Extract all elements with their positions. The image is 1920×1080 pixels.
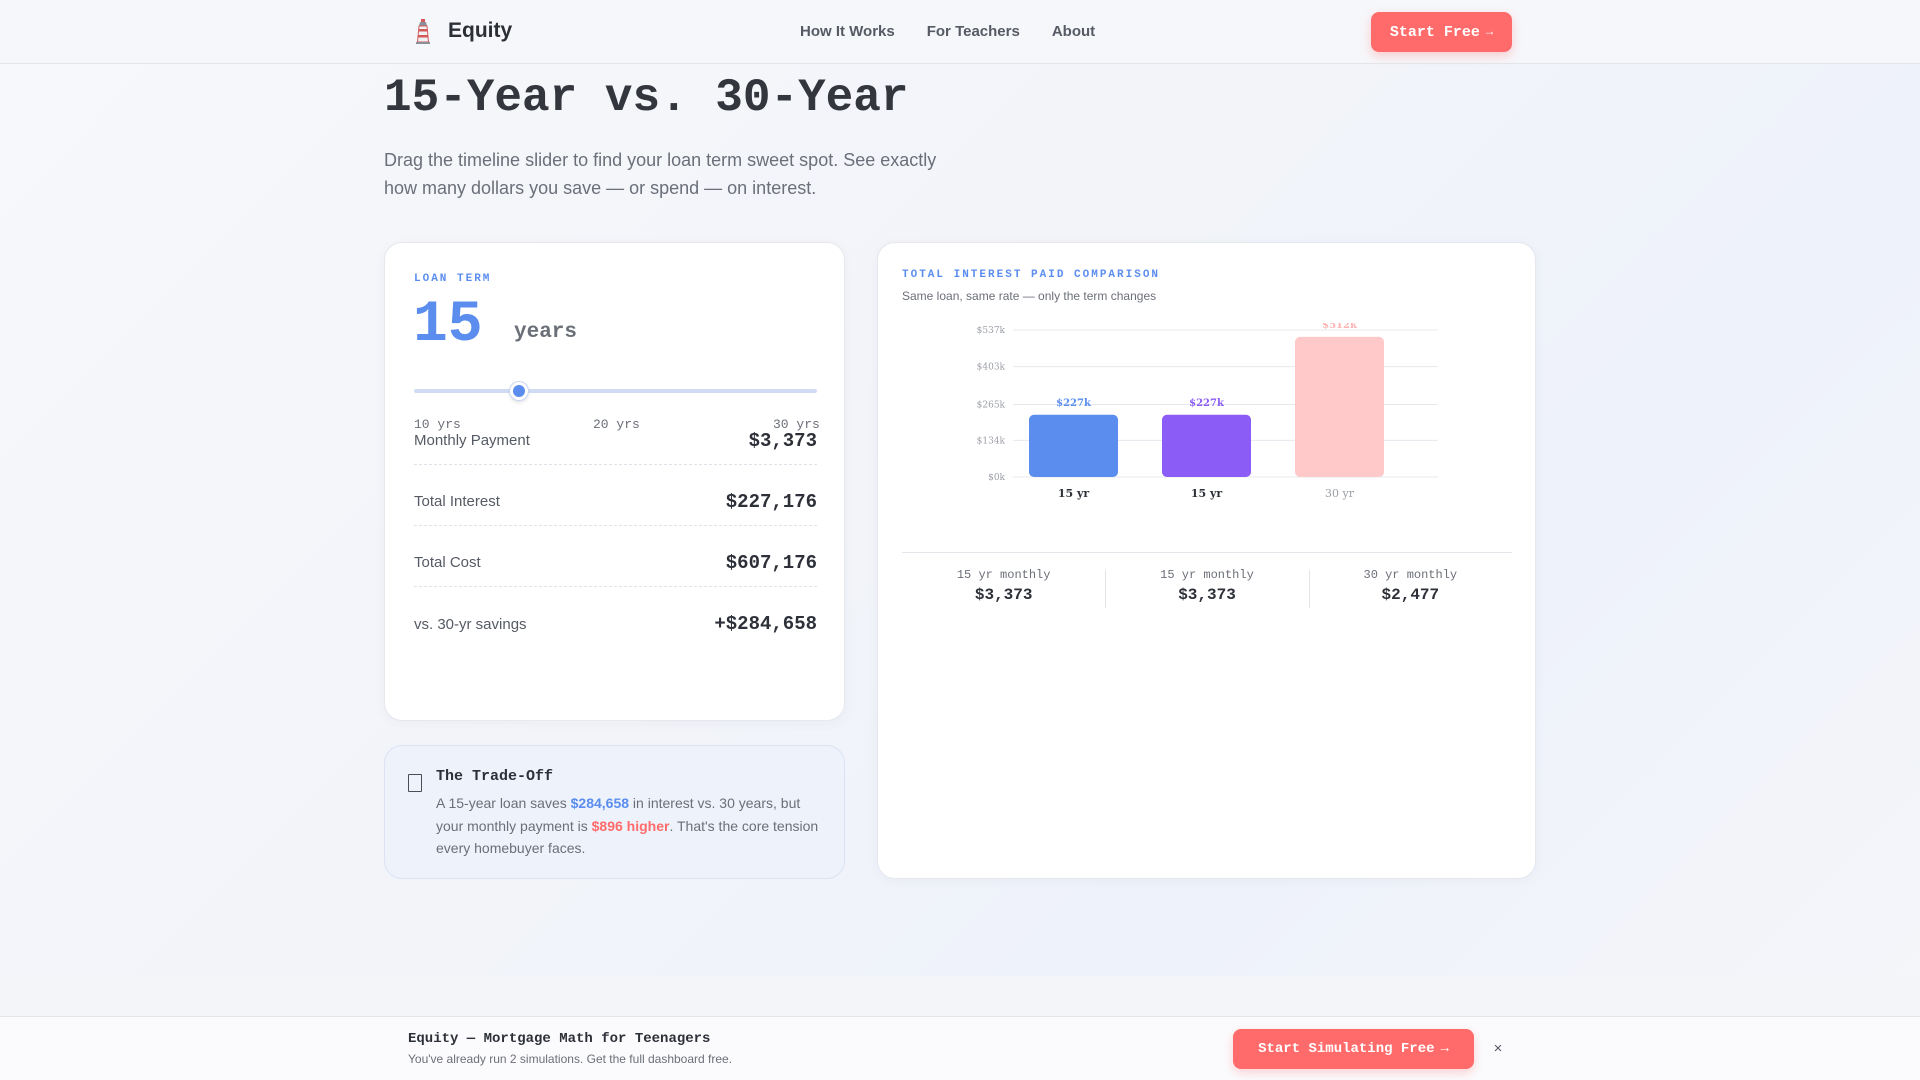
brand-name: Equity [448, 19, 513, 42]
stat-label: vs. 30-yr savings [414, 615, 527, 633]
term-slider-thumb[interactable] [510, 382, 528, 400]
summary-col: 15 yr monthly $3,373 [1105, 568, 1308, 612]
bar-value-label: $227k [1189, 398, 1225, 409]
summary-col: 30 yr monthly $2,477 [1308, 568, 1512, 612]
stat-label: Total Cost [414, 554, 481, 571]
nav-link-about[interactable]: About [1052, 23, 1095, 40]
bar [1162, 414, 1251, 477]
summary-value: $2,477 [1381, 586, 1440, 604]
stat-row-savings: vs. 30-yr savings +$284,658 [414, 600, 817, 648]
y-tick-label: $134k [977, 436, 1006, 446]
y-tick-label: $0k [988, 473, 1005, 483]
chart-subtitle: Same loan, same rate — only the term cha… [902, 289, 1157, 303]
interest-bar-chart: $0k $134k $265k $403k $537k $227k 15 yr $227k 15… [977, 323, 1438, 500]
bottom-cta-bar: Equity — Mortgage Math for Teenagers You… [0, 1016, 1920, 1080]
stat-value: $3,373 [748, 429, 817, 452]
tradeoff-title: The Trade-Off [436, 768, 554, 785]
start-free-label: Start Free [1389, 23, 1480, 41]
page-title: 15-Year vs. 30-Year [384, 72, 909, 124]
tradeoff-savings: $284,658 [570, 795, 630, 811]
close-icon[interactable]: × [1491, 1037, 1505, 1059]
stat-row-monthly-payment: Monthly Payment $3,373 [414, 417, 817, 465]
summary-col: 15 yr monthly $3,373 [902, 568, 1105, 612]
stat-row-total-interest: Total Interest $227,176 [414, 478, 817, 526]
term-slider-track[interactable] [414, 389, 817, 393]
stat-value: $607,176 [725, 551, 817, 574]
stat-label: Total Interest [414, 493, 500, 510]
start-simulating-button[interactable]: Start Simulating Free → [1233, 1029, 1474, 1069]
tradeoff-text-part: A 15-year loan saves [436, 795, 571, 811]
stat-value: +$284,658 [714, 613, 817, 635]
tradeoff-higher: $896 higher [591, 817, 670, 834]
chart-divider [902, 552, 1512, 553]
document-icon [408, 774, 422, 792]
loan-term-label: LOAN TERM [414, 273, 492, 285]
loan-term-value: 15 [413, 293, 483, 358]
nav-links: How It Works For Teachers About [800, 23, 1095, 40]
bar-value-label: $227k [1056, 398, 1092, 409]
stat-label: Monthly Payment [414, 432, 530, 449]
stat-value: $227,176 [725, 490, 817, 513]
stat-row-total-cost: Total Cost $607,176 [414, 539, 817, 587]
summary-label: 15 yr monthly [956, 568, 1051, 582]
footer-band [0, 976, 1920, 1016]
brand[interactable]: Equity [412, 18, 512, 44]
top-nav: Equity How It Works For Teachers About S… [0, 0, 1920, 64]
start-free-button[interactable]: Start Free → [1371, 12, 1512, 52]
bar [1295, 336, 1384, 477]
lighthouse-icon [416, 19, 430, 44]
bottom-bar-title: Equity — Mortgage Math for Teenagers [408, 1031, 711, 1047]
bar-value-label: $512k [1322, 323, 1358, 331]
page-subtitle: Drag the timeline slider to find your lo… [384, 150, 937, 198]
tradeoff-card: The Trade-Off A 15-year loan saves $284,… [384, 745, 845, 879]
summary-label: 15 yr monthly [1160, 568, 1254, 582]
summary-label: 30 yr monthly [1363, 568, 1458, 582]
chart-title: TOTAL INTEREST PAID COMPARISON [902, 269, 1161, 281]
x-category-label: 15 yr [1058, 487, 1090, 500]
summary-value: $3,373 [1178, 586, 1236, 604]
x-category-label: 15 yr [1191, 487, 1223, 500]
bar [1029, 414, 1118, 477]
start-simulating-label: Start Simulating Free [1258, 1041, 1435, 1057]
monthly-summary: 15 yr monthly $3,373 15 yr monthly $3,37… [902, 568, 1512, 612]
y-tick-label: $537k [977, 326, 1006, 336]
bottom-bar-subtitle: You've already run 2 simulations. Get th… [408, 1052, 733, 1066]
arrow-right-icon: → [1485, 25, 1494, 39]
loan-term-unit: years [514, 321, 578, 344]
summary-value: $3,373 [974, 586, 1033, 604]
tradeoff-text: A 15-year loan saves $284,658 in interes… [436, 792, 831, 860]
nav-link-how-it-works[interactable]: How It Works [800, 23, 895, 40]
nav-link-for-teachers[interactable]: For Teachers [927, 23, 1020, 40]
loan-term-card: LOAN TERM 15 years 10 yrs 20 yrs 30 yrs … [384, 242, 845, 721]
y-tick-label: $403k [977, 363, 1006, 373]
arrow-right-icon: → [1440, 1041, 1449, 1057]
x-category-label: 30 yr [1325, 487, 1355, 500]
interest-comparison-card: TOTAL INTEREST PAID COMPARISON Same loan… [877, 242, 1536, 879]
y-tick-label: $265k [977, 400, 1006, 410]
